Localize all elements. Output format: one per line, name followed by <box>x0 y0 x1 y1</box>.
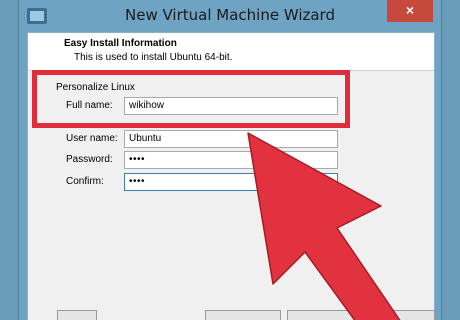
cancel-button[interactable] <box>371 310 435 320</box>
password-field[interactable]: •••• <box>124 151 338 169</box>
wizard-header: Easy Install Information This is used to… <box>28 33 434 71</box>
help-button[interactable] <box>57 310 97 320</box>
user-name-field[interactable]: Ubuntu <box>124 130 338 148</box>
back-button[interactable] <box>205 310 281 320</box>
full-name-highlight-box <box>32 70 350 128</box>
header-title: Easy Install Information <box>64 38 177 49</box>
password-label: Password: <box>66 154 113 165</box>
header-subtitle: This is used to install Ubuntu 64-bit. <box>74 52 233 63</box>
user-name-label: User name: <box>66 133 118 144</box>
close-button[interactable]: × <box>387 0 433 22</box>
title-bar: New Virtual Machine Wizard × <box>19 0 441 32</box>
window-title: New Virtual Machine Wizard <box>125 6 335 24</box>
wizard-window: New Virtual Machine Wizard × Easy Instal… <box>18 0 442 320</box>
confirm-label: Confirm: <box>66 176 104 187</box>
confirm-field[interactable]: •••• <box>124 173 338 191</box>
next-button[interactable] <box>287 310 363 320</box>
